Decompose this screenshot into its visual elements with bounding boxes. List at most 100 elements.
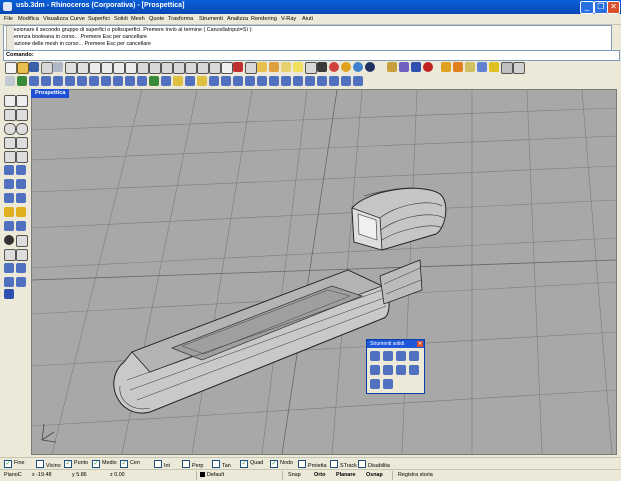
vray-light-icon[interactable] — [453, 62, 463, 72]
copy-icon[interactable] — [77, 62, 89, 74]
chamfer-edge-icon[interactable] — [383, 365, 393, 375]
single-point-icon[interactable] — [16, 95, 28, 107]
curve-icon[interactable] — [16, 109, 28, 121]
align-icon[interactable] — [4, 277, 14, 287]
rotate-icon[interactable] — [221, 76, 231, 86]
select-icon[interactable] — [125, 62, 137, 74]
dimension-icon[interactable] — [173, 76, 183, 86]
menu-quote[interactable]: Quote — [149, 16, 164, 22]
move-icon[interactable] — [197, 76, 207, 86]
arc-icon[interactable] — [4, 137, 16, 149]
menu-trasforma[interactable]: Trasforma — [168, 16, 193, 22]
points-on-icon[interactable] — [341, 76, 351, 86]
menu-rendering[interactable]: Rendering — [251, 16, 277, 22]
render-preview-icon[interactable] — [365, 62, 375, 72]
array-icon[interactable] — [257, 76, 267, 86]
copy-object-icon[interactable] — [209, 76, 219, 86]
set-view-icon[interactable] — [245, 62, 257, 74]
menu-vray[interactable]: V-Ray — [281, 16, 296, 22]
solid-tools-panel[interactable]: Strumenti solidi ✕ — [366, 339, 425, 394]
solid-tool-icon[interactable] — [41, 76, 51, 86]
curve-tool-icon[interactable] — [17, 76, 27, 86]
box-icon[interactable] — [53, 76, 63, 86]
polyline-icon[interactable] — [4, 109, 16, 121]
osnap-fine[interactable]: ✓ Fine — [4, 460, 25, 468]
boolean-split-icon[interactable] — [409, 351, 419, 361]
vray-tool-icon[interactable] — [501, 62, 513, 74]
extrude-surface-icon[interactable] — [16, 165, 26, 175]
boolean-union-icon[interactable] — [370, 351, 380, 361]
status-orto[interactable]: Orto — [314, 472, 325, 478]
vray-material-icon[interactable] — [441, 62, 451, 72]
osnap-strack[interactable]: STrack — [330, 460, 357, 469]
rectangle-icon[interactable] — [16, 137, 28, 149]
cap-planar-holes-icon[interactable] — [370, 379, 380, 389]
point-icon[interactable] — [5, 76, 15, 86]
solid-boolean-icon[interactable] — [16, 207, 26, 217]
menu-mesh[interactable]: Mesh — [131, 16, 145, 22]
group-icon[interactable] — [317, 76, 327, 86]
osnap-tan[interactable]: Tan — [212, 460, 231, 469]
maximize-button[interactable]: ❐ — [594, 1, 608, 14]
mesh-tool-icon[interactable] — [16, 221, 26, 231]
circle-icon[interactable] — [4, 123, 16, 135]
osnap-quad[interactable]: ✓ Quad — [240, 460, 263, 468]
loft-icon[interactable] — [4, 179, 14, 189]
light-icon[interactable] — [293, 62, 303, 72]
undo-icon[interactable] — [101, 62, 113, 74]
status-layer[interactable]: Default — [200, 472, 224, 478]
perspective-viewport[interactable] — [31, 89, 617, 455]
trim-icon[interactable] — [293, 76, 303, 86]
extract-surface-icon[interactable] — [396, 365, 406, 375]
print-icon[interactable] — [41, 62, 53, 74]
menu-aiuti[interactable]: Aiuti — [302, 16, 313, 22]
network-surface-icon[interactable] — [16, 193, 26, 203]
boolean-difference-icon[interactable] — [383, 351, 393, 361]
properties-icon[interactable] — [305, 62, 317, 74]
split-icon[interactable] — [305, 76, 315, 86]
layer-icon[interactable] — [257, 62, 267, 72]
offset-icon[interactable] — [16, 235, 28, 247]
osnap-medio[interactable]: ✓ Medio — [92, 460, 117, 468]
shell-icon[interactable] — [137, 76, 147, 86]
sphere-icon[interactable] — [65, 76, 75, 86]
rebuild-icon[interactable] — [149, 76, 159, 86]
transform-icon[interactable] — [185, 76, 195, 86]
osnap-vicino[interactable]: Vicino — [36, 460, 61, 469]
boolean-union-icon[interactable] — [101, 76, 111, 86]
cylinder-icon[interactable] — [77, 76, 87, 86]
menu-file[interactable]: File — [4, 16, 13, 22]
status-planare[interactable]: Planare — [336, 472, 355, 478]
osnap-int[interactable]: Int — [154, 460, 170, 469]
select-arrow-icon[interactable] — [4, 95, 16, 107]
status-osnap[interactable]: Osnap — [366, 472, 383, 478]
menu-solidi[interactable]: Solidi — [114, 16, 128, 22]
mesh-icon[interactable] — [161, 76, 171, 86]
import-icon[interactable] — [53, 62, 63, 72]
paste-icon[interactable] — [89, 62, 101, 74]
mesh-render-icon[interactable] — [4, 289, 14, 299]
osnap-nodo[interactable]: ✓ Nodo — [270, 460, 293, 468]
vray-render-icon[interactable] — [411, 62, 421, 72]
lock-icon[interactable] — [281, 62, 291, 72]
new-file-icon[interactable] — [5, 62, 17, 74]
rotate-view-icon[interactable] — [149, 62, 161, 74]
viewport-layout-icon[interactable] — [221, 62, 233, 74]
render-icon[interactable] — [353, 62, 363, 72]
status-registra-storia[interactable]: Registra storia — [398, 472, 433, 478]
viewport-tab[interactable]: Prospettica — [31, 89, 70, 98]
menu-analizza[interactable]: Analizza — [227, 16, 248, 22]
menu-modifica[interactable]: Modifica — [18, 16, 39, 22]
surface-from-curves-icon[interactable] — [4, 165, 14, 175]
vray-camera-icon[interactable] — [477, 62, 487, 72]
analyze-icon[interactable] — [329, 76, 339, 86]
menu-curve[interactable]: Curve — [70, 16, 85, 22]
blend-icon[interactable] — [4, 249, 16, 261]
boolean-difference-icon[interactable] — [113, 76, 123, 86]
surface-tool-icon[interactable] — [29, 76, 39, 86]
project-icon[interactable] — [16, 263, 26, 273]
orient-icon[interactable] — [16, 277, 26, 287]
chamfer-icon[interactable] — [16, 249, 28, 261]
command-history[interactable]: Selezionare il secondo gruppo di superfi… — [3, 25, 612, 51]
undo-view-icon[interactable] — [209, 62, 221, 74]
